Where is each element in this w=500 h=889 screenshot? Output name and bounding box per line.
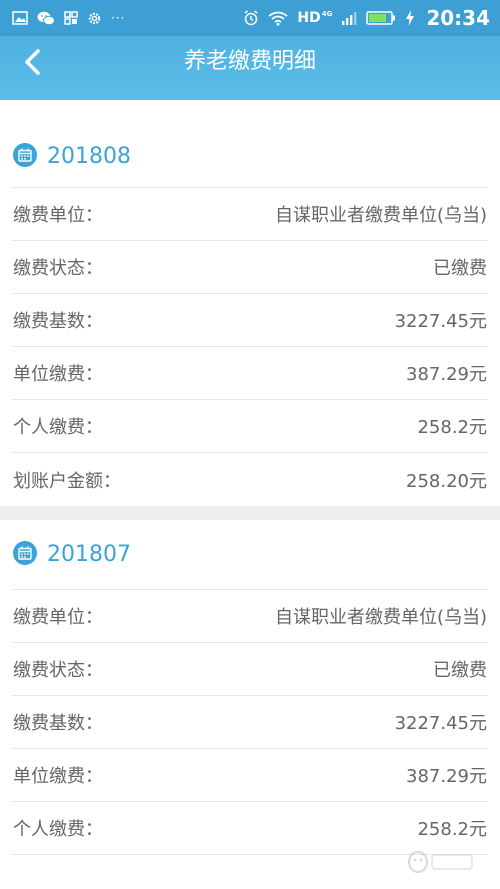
row-value: 387.29元 [406,364,487,385]
row-label: 缴费状态： [13,258,103,279]
row-employer-payment: 单位缴费： 387.29元 [12,347,488,400]
row-value: 自谋职业者缴费单位(乌当) [274,205,487,226]
screen: ··· HD 4G 20:34 养老缴费明细 201808 缴费单位： 自谋职业… [0,0,500,889]
row-value: 258.20元 [406,470,487,492]
row-value: 387.29元 [406,766,487,787]
battery-icon [366,11,396,25]
row-label: 单位缴费： [13,766,103,787]
row-base: 缴费基数： 3227.45元 [12,696,488,749]
signal-icon [341,11,357,25]
calendar-icon [13,142,37,171]
status-bar-left: ··· [12,11,125,26]
app-grid-icon [64,11,78,25]
row-label: 个人缴费： [13,417,103,438]
wifi-icon [268,11,288,26]
row-unit: 缴费单位： 自谋职业者缴费单位(乌当) [12,188,488,241]
row-value: 已缴费 [433,258,487,279]
status-bar: ··· HD 4G 20:34 [0,0,500,36]
network-label: HD 4G [297,10,332,26]
row-status: 缴费状态： 已缴费 [12,241,488,294]
row-status: 缴费状态： 已缴费 [12,643,488,696]
overflow-dots: ··· [111,11,126,25]
app-header: 养老缴费明细 [0,36,500,100]
row-label: 单位缴费： [13,364,103,385]
section-separator [0,506,500,520]
row-value: 自谋职业者缴费单位(乌当) [274,607,487,628]
row-value: 258.2元 [417,819,487,840]
record-period: 201808 [47,144,131,169]
network-hd-text: HD [297,10,321,26]
row-label: 缴费单位： [13,607,103,628]
calendar-icon [13,540,37,569]
row-unit: 缴费单位： 自谋职业者缴费单位(乌当) [12,590,488,643]
row-value: 3227.45元 [394,713,487,734]
settings-icon [87,11,102,26]
clock-time: 20:34 [426,6,490,30]
row-label: 划账户金额： [13,470,121,492]
row-value: 258.2元 [417,417,487,438]
row-personal-payment: 个人缴费： 258.2元 [12,400,488,453]
row-account-transfer: 划账户金额： 258.20元 [12,453,488,506]
charging-icon [405,10,415,26]
top-spacer [0,100,500,126]
record-header: 201807 [12,520,488,590]
payment-record-card: 201807 缴费单位： 自谋职业者缴费单位(乌当) 缴费状态： 已缴费 缴费基… [0,520,500,855]
status-bar-right: HD 4G 20:34 [243,6,490,30]
row-label: 缴费单位： [13,205,103,226]
watermark-logo [406,849,476,875]
record-header: 201808 [12,126,488,188]
payment-record-card: 201808 缴费单位： 自谋职业者缴费单位(乌当) 缴费状态： 已缴费 缴费基… [0,126,500,506]
gallery-icon [12,11,28,25]
row-label: 缴费基数： [13,713,103,734]
row-base: 缴费基数： 3227.45元 [12,294,488,347]
page-title: 养老缴费明细 [183,49,316,74]
row-employer-payment: 单位缴费： 387.29元 [12,749,488,802]
alarm-icon [243,10,259,26]
row-value: 3227.45元 [394,311,487,332]
wechat-icon [37,11,55,26]
record-period: 201807 [47,542,131,567]
row-label: 个人缴费： [13,819,103,840]
row-label: 缴费基数： [13,311,103,332]
network-type-text: 4G [321,10,333,18]
row-value: 已缴费 [433,660,487,681]
content-list[interactable]: 201808 缴费单位： 自谋职业者缴费单位(乌当) 缴费状态： 已缴费 缴费基… [0,100,500,855]
row-label: 缴费状态： [13,660,103,681]
row-personal-payment: 个人缴费： 258.2元 [12,802,488,855]
